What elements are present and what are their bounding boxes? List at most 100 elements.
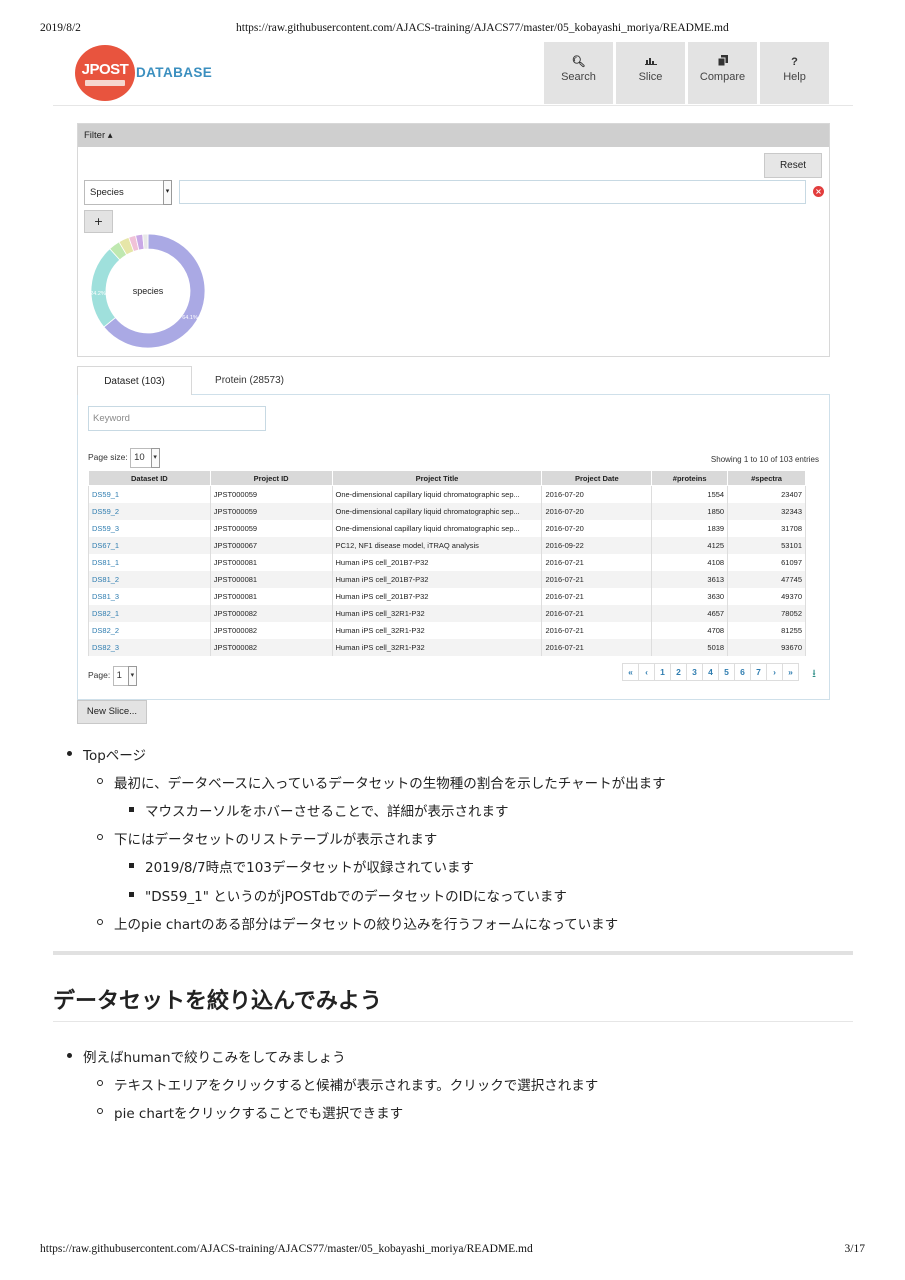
dataset-id-link[interactable]: DS81_1 (92, 558, 119, 567)
table-row[interactable]: DS81_3 JPST000081 Human iPS cell_201B7-P32… (88, 587, 806, 605)
table-cell: 1554 (651, 485, 729, 503)
page-size-select[interactable]: 10 ▾ (130, 447, 160, 468)
table-cell: 4125 (651, 536, 729, 554)
page-select[interactable]: 1 ▾ (112, 665, 137, 686)
page-link[interactable]: ‹ (638, 663, 655, 681)
table-row[interactable]: DS82_3 JPST000082 Human iPS cell_32R1-P32 2… (88, 638, 806, 656)
page-link[interactable]: 2 (670, 663, 687, 681)
table-cell: Human iPS cell_32R1-P32 (331, 604, 543, 622)
print-url: https://raw.githubusercontent.com/AJACS-… (236, 22, 729, 34)
table-row[interactable]: DS67_1 JPST000067 PC12, NF1 disease model,… (88, 536, 806, 554)
keyword-input[interactable]: Keyword (88, 406, 266, 431)
table-cell: JPST000067 (209, 536, 333, 554)
nav-compare-button[interactable]: Compare (688, 42, 757, 104)
logo-subtitle-bar (85, 80, 125, 86)
table-row[interactable]: DS59_2 JPST000059 One-dimensional capillar… (88, 502, 806, 520)
table-row[interactable]: DS81_1 JPST000081 Human iPS cell_201B7-P32… (88, 553, 806, 571)
dataset-id-link[interactable]: DS82_1 (92, 609, 119, 618)
column-header[interactable]: #spectra (727, 470, 806, 486)
slice-label-1: 64.1% (182, 315, 198, 321)
table-cell: 1850 (651, 502, 729, 520)
dataset-id-link[interactable]: DS59_1 (92, 490, 119, 499)
dataset-id-link[interactable]: DS82_2 (92, 626, 119, 635)
page-size-label: Page size: (88, 452, 128, 462)
table-cell: Human iPS cell_201B7-P32 (331, 587, 543, 605)
nav-help-label: Help (783, 71, 806, 83)
dataset-id-link[interactable]: DS81_3 (92, 592, 119, 601)
jpost-logo[interactable]: JPOST (75, 45, 135, 101)
table-cell: 32343 (727, 502, 806, 520)
dataset-id-link[interactable]: DS59_3 (92, 524, 119, 533)
page-link[interactable]: › (766, 663, 783, 681)
list-item: 例えばhumanで絞りこみをしてみましょう (67, 1046, 346, 1066)
table-row[interactable]: DS81_2 JPST000081 Human iPS cell_201B7-P32… (88, 570, 806, 588)
download-icon[interactable]: ⭳ (812, 665, 816, 684)
filter-toggle[interactable]: Filter ▴ (78, 124, 829, 147)
page-link[interactable]: » (782, 663, 799, 681)
dataset-id-link[interactable]: DS67_1 (92, 541, 119, 550)
dataset-id-cell: DS59_1 (88, 485, 211, 503)
dataset-id-link[interactable]: DS82_3 (92, 643, 119, 652)
column-header[interactable]: Dataset ID (88, 470, 211, 486)
nav-search-label: Search (561, 71, 596, 83)
species-donut-chart[interactable]: species 24.2% 64.1% (88, 231, 208, 351)
clear-filter-icon[interactable]: × (813, 186, 824, 197)
column-header[interactable]: Project Title (331, 470, 543, 486)
table-row[interactable]: DS59_1 JPST000059 One-dimensional capillar… (88, 485, 806, 503)
nav-slice-button[interactable]: Slice (616, 42, 685, 104)
filter-field-value: Species (90, 187, 124, 198)
list-item: 最初に、データベースに入っているデータセットの生物種の割合を示したチャートが出ま… (97, 772, 666, 792)
page-link[interactable]: 4 (702, 663, 719, 681)
page-link[interactable]: 1 (654, 663, 671, 681)
table-cell: 23407 (727, 485, 806, 503)
page-value: 1 (116, 669, 122, 681)
table-cell: Human iPS cell_32R1-P32 (331, 638, 543, 656)
filter-input[interactable] (179, 180, 806, 204)
table-cell: 2016-07-21 (541, 604, 653, 622)
nav-help-button[interactable]: ? Help (760, 42, 829, 104)
page-link[interactable]: 6 (734, 663, 751, 681)
donut-slice[interactable] (90, 248, 121, 328)
dataset-id-cell: DS81_1 (88, 553, 211, 571)
table-row[interactable]: DS82_1 JPST000082 Human iPS cell_32R1-P32 2… (88, 604, 806, 622)
list-item: 上のpie chartのある部分はデータセットの絞り込みを行うフォームになってい… (96, 913, 618, 933)
dataset-id-link[interactable]: DS59_2 (92, 507, 119, 516)
nav-search-button[interactable]: 🔍︎ Search (544, 42, 613, 104)
tab-dataset[interactable]: Dataset (103) (77, 366, 192, 395)
brand-text: DATABASE (136, 65, 213, 80)
entries-info: Showing 1 to 10 of 103 entries (710, 455, 819, 464)
table-cell: PC12, NF1 disease model, iTRAQ analysis (331, 536, 543, 554)
dataset-id-cell: DS82_1 (88, 604, 211, 622)
column-header[interactable]: Project ID (209, 470, 333, 486)
page-link[interactable]: 3 (686, 663, 703, 681)
reset-button[interactable]: Reset (764, 153, 822, 178)
tab-protein[interactable]: Protein (28573) (192, 366, 307, 395)
select-arrow-icon: ▾ (163, 180, 172, 205)
page-link[interactable]: 5 (718, 663, 735, 681)
add-filter-button[interactable]: + (84, 210, 113, 233)
table-cell: 81255 (727, 621, 806, 639)
footer-url: https://raw.githubusercontent.com/AJACS-… (40, 1243, 533, 1255)
new-slice-button[interactable]: New Slice... (77, 700, 147, 724)
page-link[interactable]: « (622, 663, 639, 681)
table-cell: 49370 (727, 587, 806, 605)
print-header: 2019/8/2 https://raw.githubusercontent.c… (40, 22, 865, 38)
dataset-id-link[interactable]: DS81_2 (92, 575, 119, 584)
table-cell: 47745 (727, 570, 806, 588)
table-row[interactable]: DS82_2 JPST000082 Human iPS cell_32R1-P32 2… (88, 621, 806, 639)
table-cell: 4708 (651, 621, 729, 639)
column-header[interactable]: #proteins (651, 470, 729, 486)
table-row[interactable]: DS59_3 JPST000059 One-dimensional capillar… (88, 519, 806, 537)
donut-slice[interactable] (142, 233, 149, 250)
dataset-tab-panel: Keyword Page size: 10 ▾ Showing 1 to 10 o… (77, 394, 830, 700)
column-header[interactable]: Project Date (541, 470, 653, 486)
table-cell: 2016-07-21 (541, 638, 653, 656)
page-link[interactable]: 7 (750, 663, 767, 681)
filter-field-select[interactable]: Species ▾ (84, 180, 172, 205)
app-screenshot: JPOST DATABASE 🔍︎ Search Slice Compare ?… (53, 40, 853, 730)
slice-label-2: 24.2% (90, 291, 106, 297)
search-icon: 🔍︎ (571, 56, 586, 68)
table-cell: 53101 (727, 536, 806, 554)
nav-slice-label: Slice (638, 71, 663, 83)
table-cell: JPST000081 (209, 587, 333, 605)
